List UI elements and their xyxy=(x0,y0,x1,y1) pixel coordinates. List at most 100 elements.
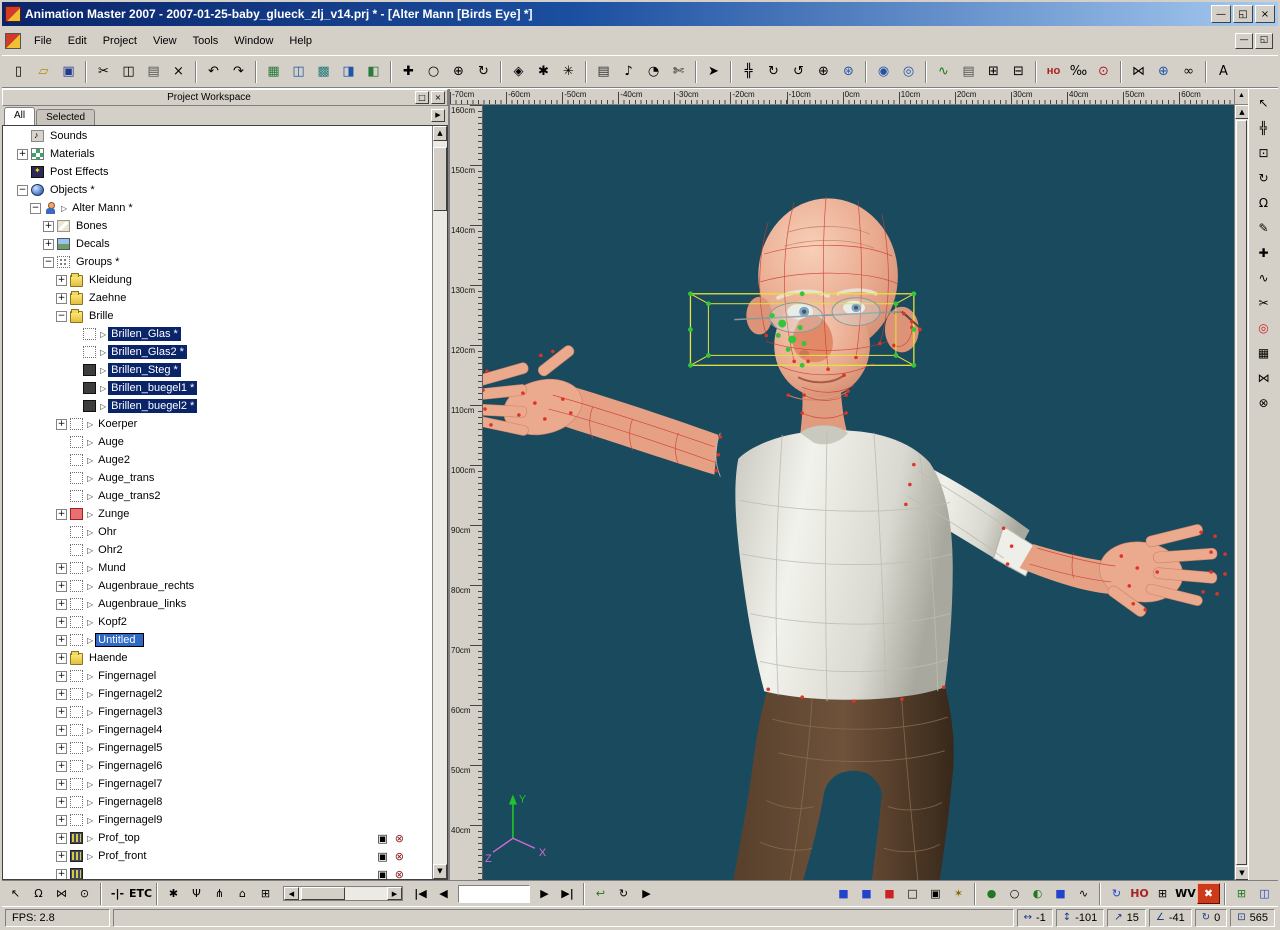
etc-button[interactable]: ETC xyxy=(129,883,152,904)
rotate-view-button[interactable]: ↻ xyxy=(761,60,786,84)
tree-expander[interactable]: + xyxy=(56,635,67,646)
shaded-wire-mode-button[interactable]: ◐ xyxy=(1026,883,1049,904)
bound-cube-button[interactable]: ■ xyxy=(1049,883,1072,904)
lock-mode-button[interactable]: ⊙ xyxy=(73,883,96,904)
tree-item-label[interactable]: Kleidung xyxy=(86,273,135,287)
tree-item-label[interactable]: Fingernagel9 xyxy=(95,813,165,827)
side-view-cube-button[interactable]: ■ xyxy=(855,883,878,904)
red-cube-button[interactable]: ■ xyxy=(878,883,901,904)
menu-item[interactable]: Edit xyxy=(60,30,95,52)
scroll-up-button[interactable]: ▲ xyxy=(1235,105,1249,119)
rotoscope-disable-icon[interactable]: ⊗ xyxy=(395,868,404,880)
panel-header[interactable]: Project Workspace □ × xyxy=(2,89,448,106)
copy-button[interactable]: ◫ xyxy=(116,60,141,84)
tree-item[interactable]: ▷ Sounds ▣⊗ xyxy=(3,127,432,145)
tree-expander[interactable]: + xyxy=(43,221,54,232)
split-button[interactable]: ✄ xyxy=(666,60,691,84)
break-tool[interactable]: ✂ xyxy=(1252,291,1276,314)
workspace-tab[interactable]: All xyxy=(4,107,35,125)
tree-expander[interactable]: + xyxy=(43,239,54,250)
new-button[interactable]: ▯ xyxy=(6,60,31,84)
scroll-thumb[interactable] xyxy=(433,147,447,211)
curves-toggle-button[interactable]: ∿ xyxy=(1072,883,1095,904)
child-restore-button[interactable]: ◱ xyxy=(1255,33,1273,49)
tree-item[interactable]: + ▷ Koerper ▣⊗ xyxy=(3,415,432,433)
tree-item-label[interactable]: Groups * xyxy=(73,255,122,269)
tree-item[interactable]: + ▷ Fingernagel5 ▣⊗ xyxy=(3,739,432,757)
zoom-button[interactable]: ○ xyxy=(421,60,446,84)
tree-item[interactable]: ▷ Brillen_buegel1 * ▣⊗ xyxy=(3,379,432,397)
scroll-right-button[interactable]: ▶ xyxy=(387,887,402,900)
frame-field[interactable] xyxy=(458,885,530,903)
tree-item-label[interactable]: Brillen_buegel2 * xyxy=(108,399,197,413)
tab-more-button[interactable]: ▶ xyxy=(431,109,445,122)
tree-item[interactable]: − ▷ Groups * ▣⊗ xyxy=(3,253,432,271)
magnet-mode-button[interactable]: Ω xyxy=(27,883,50,904)
patch-tool[interactable]: ▦ xyxy=(1252,341,1276,364)
document-icon[interactable] xyxy=(5,33,21,49)
tree-expander[interactable]: + xyxy=(56,797,67,808)
tree-expander[interactable]: + xyxy=(56,617,67,628)
tree-item[interactable]: + ▷ Mund ▣⊗ xyxy=(3,559,432,577)
tree-item[interactable]: − ▷ Brille ▣⊗ xyxy=(3,307,432,325)
scale-tool[interactable]: ⊡ xyxy=(1252,141,1276,164)
tree-item-label[interactable]: Post Effects xyxy=(47,165,112,179)
scroll-down-button[interactable]: ▼ xyxy=(1235,866,1249,880)
key-skeletal-button[interactable]: ✱ xyxy=(162,883,185,904)
tree-item-label[interactable]: Alter Mann * xyxy=(69,201,136,215)
scroll-thumb[interactable] xyxy=(301,887,345,900)
tree-item-label[interactable]: Sounds xyxy=(47,129,90,143)
target-tool[interactable]: ◎ xyxy=(1252,316,1276,339)
shaded-mode-button[interactable]: ● xyxy=(980,883,1003,904)
stop-render-button[interactable]: ✖ xyxy=(1197,883,1220,904)
tree-item[interactable]: + ▷ Prof_front ▣⊗ xyxy=(3,847,432,865)
net-render-button[interactable]: ◨ xyxy=(336,60,361,84)
tree-item-label[interactable]: Zunge xyxy=(95,507,132,521)
tree-item-label[interactable]: Materials xyxy=(47,147,98,161)
menu-item[interactable]: Project xyxy=(95,30,145,52)
select-tool[interactable]: ↖ xyxy=(1252,91,1276,114)
tree-expander[interactable]: + xyxy=(56,707,67,718)
viewport-3d[interactable]: Y Z X xyxy=(483,105,1234,880)
extra-panel-button[interactable]: ◫ xyxy=(1253,883,1276,904)
child-minimize-button[interactable]: — xyxy=(1235,33,1253,49)
tree-item[interactable]: + ▷ Prof_top ▣⊗ xyxy=(3,829,432,847)
close-button[interactable]: × xyxy=(1255,5,1275,23)
redo-button[interactable]: ↷ xyxy=(226,60,251,84)
tree-item-label[interactable]: Untitled xyxy=(95,633,144,647)
tree-item-label[interactable]: Kopf2 xyxy=(95,615,130,629)
tree-expander[interactable]: + xyxy=(56,509,67,520)
loop-button[interactable]: ↻ xyxy=(612,883,635,904)
tree-expander[interactable]: + xyxy=(56,869,67,880)
tree-item-label[interactable]: Prof_top xyxy=(95,831,143,845)
tree-vertical-scrollbar[interactable]: ▲ ▼ xyxy=(432,126,447,879)
tree-item[interactable]: ▷ Ohr ▣⊗ xyxy=(3,523,432,541)
tree-expander[interactable]: + xyxy=(56,581,67,592)
insert-mode-button[interactable]: -|- xyxy=(106,883,129,904)
tree-expander[interactable]: + xyxy=(56,653,67,664)
tree-item-label[interactable]: Zaehne xyxy=(86,291,129,305)
tree-item[interactable]: ▷ Brillen_Glas * ▣⊗ xyxy=(3,325,432,343)
light-view-button[interactable]: ✶ xyxy=(947,883,970,904)
tree-item[interactable]: ▷ Brillen_Steg * ▣⊗ xyxy=(3,361,432,379)
tree-item[interactable]: + ▷ Decals ▣⊗ xyxy=(3,235,432,253)
tree-item[interactable]: ▷ Auge_trans ▣⊗ xyxy=(3,469,432,487)
rotate-tool[interactable]: ↻ xyxy=(1252,166,1276,189)
tree-expander[interactable]: + xyxy=(56,851,67,862)
tree-item-label[interactable]: Fingernagel4 xyxy=(95,723,165,737)
film-button[interactable]: ▤ xyxy=(591,60,616,84)
tree-item-label[interactable]: Fingernagel7 xyxy=(95,777,165,791)
scroll-left-button[interactable]: ◀ xyxy=(284,887,299,900)
tree-item[interactable]: + ▷ ▣⊗ xyxy=(3,865,432,879)
workspace-tab[interactable]: Selected xyxy=(36,109,95,125)
tree-expander[interactable]: − xyxy=(43,257,54,268)
tree-expander[interactable]: + xyxy=(56,743,67,754)
tree-item-label[interactable]: Haende xyxy=(86,651,131,665)
capture-button[interactable]: ▩ xyxy=(311,60,336,84)
tree-expander[interactable]: + xyxy=(56,833,67,844)
add-tool[interactable]: ✚ xyxy=(1252,241,1276,264)
mirror-tool[interactable]: ⋈ xyxy=(1252,366,1276,389)
mirror-button[interactable]: ⋈ xyxy=(1126,60,1151,84)
tree-item[interactable]: − ▷ Objects * ▣⊗ xyxy=(3,181,432,199)
panel-float-button[interactable]: □ xyxy=(415,91,429,104)
